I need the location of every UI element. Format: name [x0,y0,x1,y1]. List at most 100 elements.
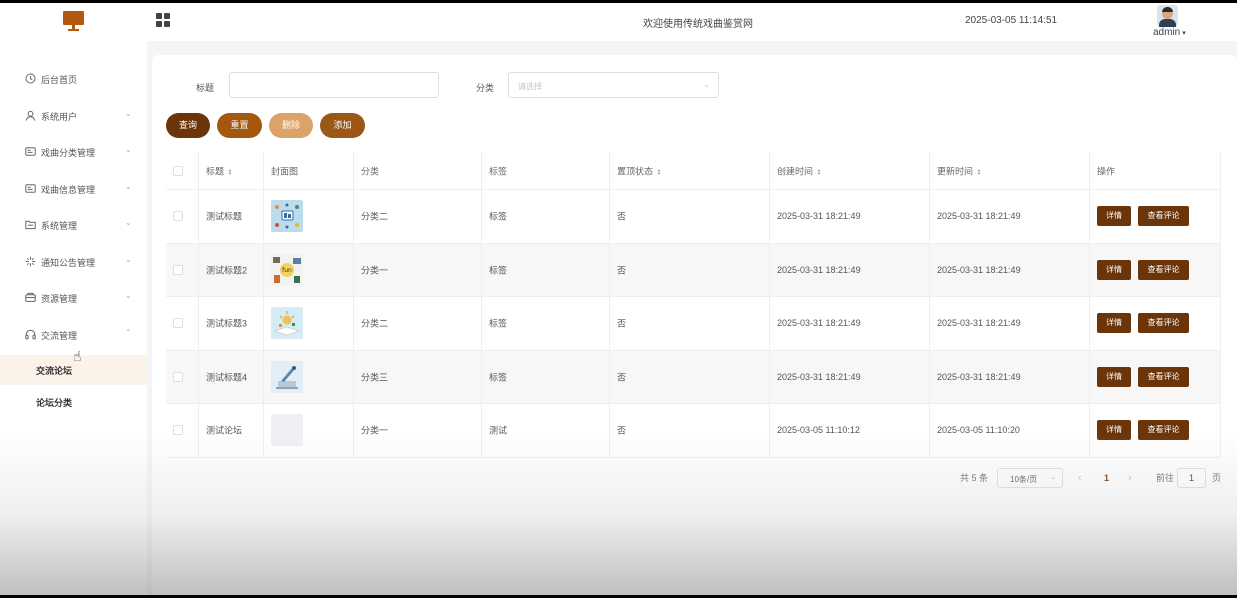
table-cell: 测试标题2 [199,243,264,296]
sidebar-subitem-2[interactable]: 论坛分类 [0,387,147,417]
table-cell: 详情 查看评论 [1090,350,1221,403]
next-page-button[interactable]: › [1128,468,1132,488]
category-select[interactable]: 请选择 ⌄ [508,72,719,98]
reset-button[interactable]: 重置 [217,113,262,138]
detail-button[interactable]: 详情 [1097,206,1131,227]
sort-icon[interactable]: ⇕ [227,169,233,176]
add-button[interactable]: 添加 [320,113,365,138]
table-cell: 测试标题4 [199,350,264,403]
table-header-cell: 分类 [354,152,482,189]
category-filter-label: 分类 [476,83,495,93]
row-checkbox[interactable] [173,425,183,436]
cell-title: 测试标题4 [206,372,248,383]
cell-category: 分类二 [361,211,389,222]
cell-title: 测试标题2 [206,265,248,276]
column-header[interactable]: 创建时间 ⇕ [777,164,822,177]
cover-thumbnail[interactable] [271,200,303,233]
page-size-value: 10条/页 [1010,475,1038,484]
page-size-select[interactable]: 10条/页 ⌄ [997,468,1063,488]
avatar[interactable] [1157,5,1178,27]
cover-thumbnail[interactable] [271,307,303,340]
cover-thumbnail[interactable]: fun [271,253,303,286]
goto-page-input[interactable] [1177,468,1206,488]
current-datetime: 2025-03-05 11:14:51 [965,15,1058,26]
folder-icon [25,219,36,230]
view-comments-button[interactable]: 查看评论 [1138,366,1189,387]
cell-tag: 标签 [489,211,508,222]
sort-icon[interactable]: ⇕ [976,169,982,176]
table-cell [264,404,354,457]
detail-button[interactable]: 详情 [1097,366,1131,387]
column-header: 分类 [361,164,379,177]
table-cell: 2025-03-31 18:21:49 [770,297,930,350]
view-comments-button[interactable]: 查看评论 [1138,206,1189,227]
prev-page-button[interactable]: ‹ [1078,468,1082,488]
chevron-down-icon: ⌄ [125,109,132,118]
table-cell: 测试论坛 [199,404,264,457]
card-icon [25,183,36,194]
row-checkbox[interactable] [173,264,183,275]
row-checkbox[interactable] [173,371,183,382]
goto-label: 前往 [1156,473,1175,483]
table-header-cell: 标签 [482,152,610,189]
table-cell [264,350,354,403]
sidebar-item-6[interactable]: 通知公告管理 ⌄ [0,247,147,277]
menu-toggle-grid-icon[interactable] [156,13,170,27]
table-row: 测试标题2 fun 分类一 标签 否 2025-03-31 18:21:49 2025-03… [166,243,1221,297]
view-comments-button[interactable]: 查看评论 [1138,259,1189,280]
cover-thumbnail[interactable] [271,414,303,447]
view-comments-button[interactable]: 查看评论 [1138,313,1189,334]
sidebar-item-5[interactable]: 系统管理 ⌄ [0,210,147,240]
column-header-label: 创建时间 [777,166,814,176]
table-cell [264,190,354,243]
select-all-checkbox[interactable] [173,165,183,176]
row-checkbox[interactable] [173,318,183,329]
table-cell: 否 [610,243,770,296]
column-header[interactable]: 标题 ⇕ [206,164,233,177]
column-header-label: 标题 [206,166,225,176]
sort-icon[interactable]: ⇕ [816,169,822,176]
sidebar-subitem-label: 论坛分类 [36,398,73,408]
column-header[interactable]: 置顶状态 ⇕ [617,164,662,177]
cell-created: 2025-03-31 18:21:49 [777,211,861,222]
sidebar-item-8[interactable]: 交流管理 ⌃ [0,320,147,350]
cell-updated: 2025-03-31 18:21:49 [937,318,1021,329]
sort-icon[interactable]: ⇕ [656,169,662,176]
page-number-current[interactable]: 1 [1104,468,1109,488]
table-cell: 测试标题3 [199,297,264,350]
table-cell: 详情 查看评论 [1090,404,1221,457]
cell-pinned: 否 [617,425,627,436]
cover-thumbnail[interactable] [271,360,303,393]
detail-button[interactable]: 详情 [1097,420,1131,441]
sidebar-item-2[interactable]: 系统用户 ⌄ [0,101,147,131]
cell-pinned: 否 [617,211,627,222]
chevron-down-icon: ⌄ [125,255,132,264]
table-row: 测试标题4 分类三 标签 否 2025-03-31 18:21:49 2025-03-31… [166,350,1221,404]
sidebar-item-4[interactable]: 戏曲信息管理 ⌄ [0,174,147,204]
table-cell [166,297,199,350]
column-header[interactable]: 更新时间 ⇕ [937,164,982,177]
sidebar-item-label: 系统用户 [41,112,78,122]
cell-title: 测试标题 [206,211,243,222]
page-suffix: 页 [1212,473,1222,483]
sidebar-item-label: 后台首页 [41,75,78,85]
app-frame: 欢迎使用传统戏曲鉴赏网 2025-03-05 11:14:51 admin ▾ 后… [0,3,1237,595]
column-header: 封面图 [271,164,298,177]
sidebar-item-3[interactable]: 戏曲分类管理 ⌄ [0,137,147,167]
sidebar-item-1[interactable]: 后台首页 [0,64,147,94]
detail-button[interactable]: 详情 [1097,313,1131,334]
cell-title: 测试论坛 [206,425,243,436]
title-search-input[interactable] [229,72,439,98]
column-header: 操作 [1097,164,1115,177]
delete-button[interactable]: 删除 [269,113,313,138]
query-button[interactable]: 查询 [166,113,210,138]
table-header-cell: 操作 [1090,152,1221,189]
row-checkbox[interactable] [173,211,183,222]
detail-button[interactable]: 详情 [1097,259,1131,280]
cell-category: 分类二 [361,318,389,329]
column-header-label: 操作 [1097,166,1116,176]
user-dropdown[interactable]: admin ▾ [1153,27,1186,38]
view-comments-button[interactable]: 查看评论 [1138,420,1189,441]
table-row: 测试标题 分类二 标签 否 2025-03-31 18:21:49 2025-03-31 … [166,190,1221,244]
sidebar-item-7[interactable]: 资源管理 ⌄ [0,283,147,313]
